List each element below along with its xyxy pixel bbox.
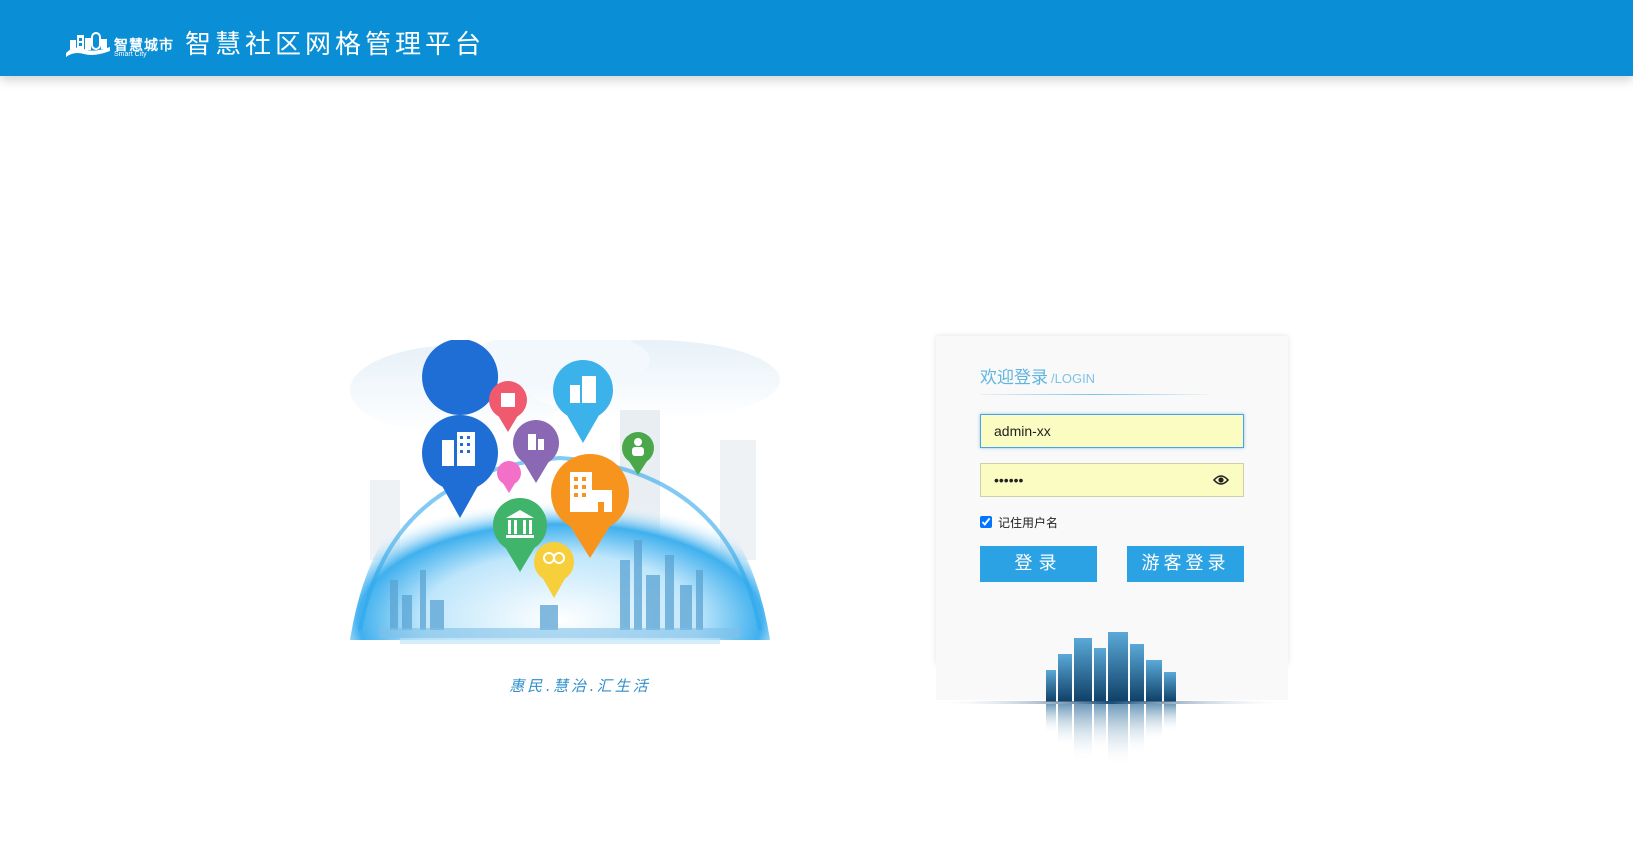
login-button[interactable]: 登录 xyxy=(980,546,1097,582)
slogan-text: 惠民.慧治.汇生活 xyxy=(509,677,651,695)
smart-city-logo: 智慧城市 Smart City xyxy=(64,27,176,63)
site-title: 智慧社区网格管理平台 xyxy=(185,30,486,60)
horizon-line xyxy=(936,701,1288,704)
login-title-cn: 欢迎登录 xyxy=(980,368,1048,387)
eye-icon[interactable] xyxy=(1213,474,1229,486)
top-header: 智慧城市 Smart City 智慧社区网格管理平台 xyxy=(0,0,1633,76)
username-field-wrapper xyxy=(980,414,1244,448)
username-input[interactable] xyxy=(981,415,1243,447)
password-field-wrapper xyxy=(980,463,1244,497)
logo-text-en: Smart City xyxy=(114,51,147,58)
ground-reflection xyxy=(400,638,720,644)
city-globe-illustration xyxy=(350,330,780,644)
ground-band xyxy=(380,628,740,638)
remember-label[interactable]: 记住用户名 xyxy=(998,514,1058,531)
pin-cyan-building-icon xyxy=(553,360,613,443)
login-title: 欢迎登录/LOGIN xyxy=(980,363,1095,388)
remember-checkbox[interactable] xyxy=(980,516,992,528)
panel-skyline-decoration xyxy=(936,630,1288,768)
password-input[interactable] xyxy=(981,464,1243,496)
login-title-en: /LOGIN xyxy=(1051,371,1096,386)
title-underline xyxy=(980,394,1210,395)
guest-login-button[interactable]: 游客登录 xyxy=(1127,546,1244,582)
login-panel: 欢迎登录/LOGIN 记住用户名 登录 游客登录 xyxy=(936,336,1288,664)
city-skyline-logo-icon xyxy=(66,32,110,57)
remember-username: 记住用户名 xyxy=(980,514,1058,530)
smart-city-illustration: 惠民.慧治.汇生活 xyxy=(320,330,800,710)
